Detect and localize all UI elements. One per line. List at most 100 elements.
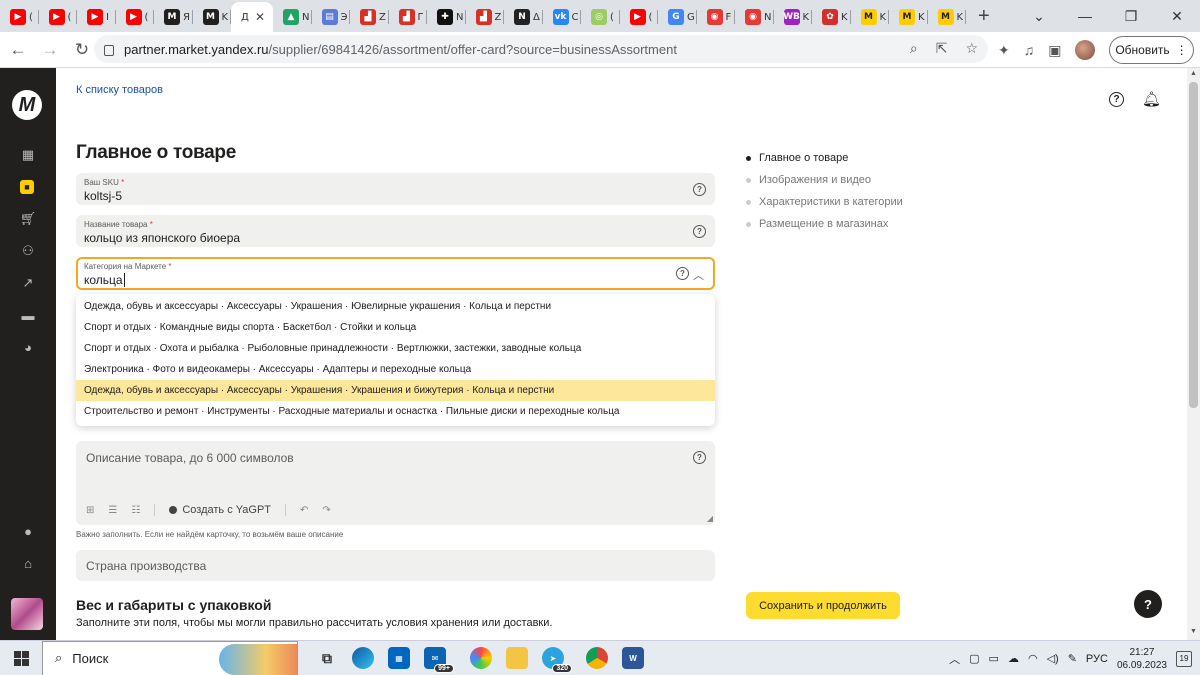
- assortment-icon[interactable]: ■: [20, 180, 34, 194]
- browser-tab[interactable]: ✚ N: [427, 2, 466, 32]
- browser-tab[interactable]: MЯ: [154, 2, 193, 32]
- numbered-list-icon[interactable]: ☷: [131, 505, 140, 516]
- pen-icon[interactable]: ✎: [1068, 652, 1077, 665]
- browser-tab[interactable]: vk C: [543, 2, 582, 32]
- close-icon[interactable]: ✕: [1154, 0, 1200, 32]
- browser-tab[interactable]: ◎(: [581, 2, 620, 32]
- photos-icon[interactable]: [470, 647, 492, 669]
- mail-icon[interactable]: ✉ 99+: [424, 647, 454, 673]
- clock[interactable]: 21:27 06.09.2023: [1117, 646, 1167, 672]
- heading-icon[interactable]: ⊞: [86, 505, 94, 516]
- reload-icon[interactable]: ↻: [68, 40, 96, 60]
- start-button[interactable]: [0, 641, 42, 675]
- meet-now-icon[interactable]: ▢: [969, 652, 979, 665]
- edge-icon[interactable]: [352, 647, 374, 669]
- category-option[interactable]: Спорт и отдых · Охота и рыбалка · Рыболо…: [76, 338, 715, 359]
- bookmark-star-icon[interactable]: ☆: [965, 40, 978, 57]
- wifi-icon[interactable]: ◠: [1028, 652, 1038, 665]
- cart-icon[interactable]: 🛒︎: [20, 211, 37, 226]
- extensions-icon[interactable]: ✦: [998, 42, 1010, 59]
- browser-tab[interactable]: MK: [193, 2, 232, 32]
- category-option[interactable]: Электроника · Фото и видеокамеры · Аксес…: [76, 359, 715, 380]
- bullet-list-icon[interactable]: ☰: [108, 505, 117, 516]
- share-icon[interactable]: ⇱: [936, 40, 948, 57]
- save-and-continue-button[interactable]: Сохранить и продолжить: [746, 592, 900, 619]
- language-indicator[interactable]: РУС: [1086, 653, 1108, 665]
- scroll-down-icon[interactable]: ▼: [1190, 628, 1197, 635]
- taskbar-search[interactable]: ⌕ Поиск: [42, 640, 298, 675]
- redo-icon[interactable]: ↷: [322, 505, 330, 516]
- chrome-icon[interactable]: [586, 647, 608, 669]
- description-field[interactable]: Описание товара, до 6 000 символов ? ⊞ ☰…: [76, 441, 715, 525]
- undo-icon[interactable]: ↶: [300, 505, 308, 516]
- browser-tab[interactable]: GG: [658, 2, 697, 32]
- browser-tab[interactable]: ◉ F: [697, 2, 736, 32]
- folder-icon[interactable]: ▬: [20, 308, 36, 323]
- media-icon[interactable]: ♫: [1024, 42, 1035, 58]
- category-option[interactable]: Одежда, обувь и аксессуары · Аксессуары …: [76, 380, 715, 401]
- section-nav-item[interactable]: Изображения и видео: [746, 174, 903, 186]
- help-icon[interactable]: ?: [693, 183, 706, 196]
- category-option[interactable]: Строительство и ремонт · Инструменты · Р…: [76, 401, 715, 422]
- browser-tab[interactable]: MK: [851, 2, 890, 32]
- word-icon[interactable]: W: [622, 647, 644, 669]
- cloud-icon[interactable]: ☁: [1008, 652, 1019, 665]
- section-nav-item[interactable]: Главное о товаре: [746, 152, 903, 164]
- browser-tab[interactable]: ▲ N: [273, 2, 312, 32]
- file-explorer-icon[interactable]: [506, 647, 528, 669]
- store-icon[interactable]: ⌂: [20, 556, 36, 571]
- new-tab-icon[interactable]: +: [978, 5, 990, 28]
- browser-tab[interactable]: ▶(: [39, 2, 78, 32]
- browser-tab[interactable]: ▟ Z: [350, 2, 389, 32]
- chat-icon[interactable]: ●: [20, 524, 36, 539]
- section-nav-item[interactable]: Размещение в магазинах: [746, 218, 903, 230]
- page-scrollbar[interactable]: ▲ ▼: [1187, 68, 1200, 640]
- lock-icon[interactable]: [104, 44, 114, 56]
- browser-tab[interactable]: WB K: [774, 2, 813, 32]
- resize-handle-icon[interactable]: ◢: [707, 514, 713, 523]
- chevron-down-icon[interactable]: ⌄: [1016, 0, 1062, 32]
- help-icon[interactable]: ?: [693, 451, 706, 464]
- scroll-up-icon[interactable]: ▲: [1190, 70, 1197, 77]
- help-chat-button[interactable]: ?: [1134, 590, 1162, 618]
- browser-tab[interactable]: ▶(: [620, 2, 659, 32]
- help-icon[interactable]: ?: [693, 225, 706, 238]
- browser-tab[interactable]: ▟ Г: [389, 2, 428, 32]
- address-bar[interactable]: partner.market.yandex.ru/supplier/698414…: [94, 35, 988, 63]
- chevron-up-icon[interactable]: ︿: [949, 651, 960, 667]
- category-option[interactable]: Одежда, обувь и аксессуары · Аксессуары …: [76, 296, 715, 317]
- customers-icon[interactable]: ⚇: [20, 243, 36, 258]
- browser-tab[interactable]: ▶(: [116, 2, 155, 32]
- side-panel-icon[interactable]: ▣: [1048, 42, 1061, 59]
- country-field[interactable]: Страна производства: [76, 550, 715, 581]
- category-option[interactable]: Спорт и отдых · Командные виды спорта · …: [76, 317, 715, 338]
- market-logo-icon[interactable]: M: [12, 90, 42, 120]
- telegram-icon[interactable]: ➤ 320: [542, 647, 572, 673]
- browser-tab[interactable]: ▶ I: [77, 2, 116, 32]
- update-button[interactable]: Обновить ⋮: [1109, 36, 1194, 64]
- forward-arrow-icon[interactable]: →: [36, 40, 64, 60]
- tab-close-icon[interactable]: ✕: [255, 10, 265, 24]
- profile-avatar[interactable]: [1075, 40, 1096, 60]
- analytics-pie-icon[interactable]: ◕: [20, 340, 36, 355]
- browser-tab[interactable]: MK: [889, 2, 928, 32]
- task-view-icon[interactable]: ⧉: [316, 647, 338, 669]
- browser-tab[interactable]: ▶(: [0, 2, 39, 32]
- section-nav-item[interactable]: Характеристики в категории: [746, 196, 903, 208]
- browser-tab[interactable]: ▟ Z: [466, 2, 505, 32]
- help-icon[interactable]: ?: [676, 267, 689, 280]
- notifications-icon[interactable]: 19: [1176, 650, 1192, 667]
- browser-tab[interactable]: Д ✕: [231, 2, 273, 32]
- user-avatar[interactable]: [11, 598, 43, 630]
- zoom-icon[interactable]: ⌕: [910, 40, 918, 57]
- battery-icon[interactable]: ▭: [989, 652, 999, 665]
- browser-tab[interactable]: NΔ: [504, 2, 543, 32]
- sku-field[interactable]: Ваш SKU * koltsj-5 ?: [76, 173, 715, 205]
- back-to-products-link[interactable]: К списку товаров: [76, 84, 163, 96]
- help-icon[interactable]: ?: [1109, 92, 1124, 107]
- create-with-yagpt-button[interactable]: Создать с YaGPT: [169, 504, 271, 516]
- product-name-field[interactable]: Название товара * кольцо из японского би…: [76, 215, 715, 247]
- volume-icon[interactable]: ◁): [1047, 652, 1059, 665]
- browser-tab[interactable]: ✿ K: [812, 2, 851, 32]
- dashboard-icon[interactable]: ▦: [20, 147, 36, 162]
